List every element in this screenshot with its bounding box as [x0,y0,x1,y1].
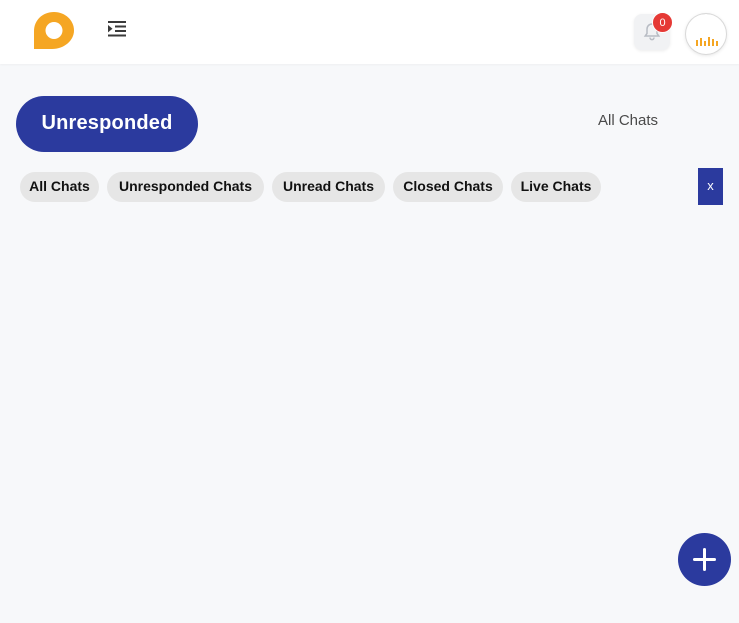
notification-count-badge: 0 [652,12,673,33]
avatar-ring [686,14,726,24]
filter-chip-all-chats[interactable]: All Chats [20,172,99,202]
tab-all-chats[interactable]: All Chats [598,112,658,129]
add-chat-button[interactable] [678,533,731,586]
top-navbar: 0 [0,0,739,64]
user-avatar[interactable] [686,14,726,54]
plus-icon [693,548,716,571]
filter-chip-unresponded-chats[interactable]: Unresponded Chats [107,172,264,202]
tab-unresponded[interactable]: Unresponded [16,96,198,152]
chat-bubble-logo-icon[interactable] [31,9,77,53]
indent-menu-icon[interactable] [106,18,130,40]
filter-chip-live-chats[interactable]: Live Chats [511,172,601,202]
filter-chip-closed-chats[interactable]: Closed Chats [393,172,503,202]
filter-chip-unread-chats[interactable]: Unread Chats [272,172,385,202]
close-filters-button[interactable]: x [698,168,723,205]
avatar-bars-icon [696,37,718,46]
